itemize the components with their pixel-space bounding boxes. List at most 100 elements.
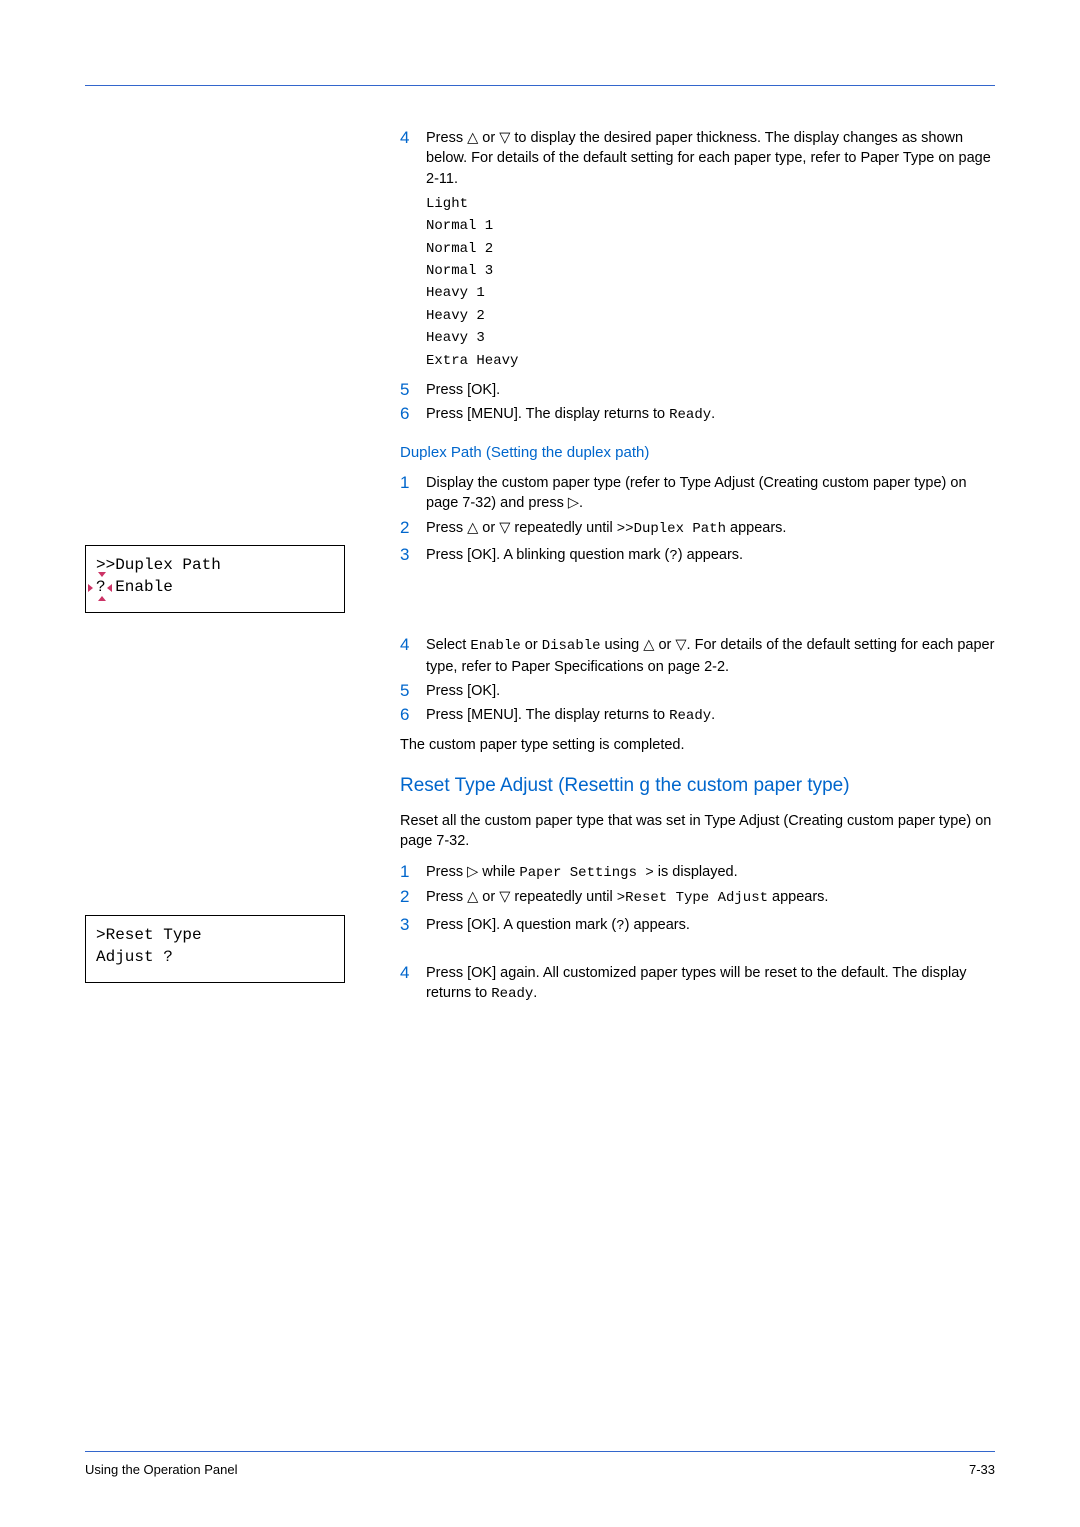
option: Extra Heavy [426,350,995,372]
triangle-up-icon [643,637,654,653]
step-number: 1 [400,473,426,514]
triangle-up-icon [467,520,478,536]
step-text: Press or to display the desired paper th… [426,128,995,189]
lcd-line1: >Reset Type [96,924,334,946]
top-divider [85,85,995,86]
text: Press [426,889,467,905]
text: while [478,864,519,880]
page-container: 4 Press or to display the desired paper … [0,0,1080,1008]
duplex-complete-text: The custom paper type setting is complet… [400,735,995,755]
lcd-line2: Adjust ? [96,946,334,968]
text: repeatedly until [510,520,616,536]
reset-intro: Reset all the custom paper type that was… [400,811,995,852]
text: Press [MENU]. The display returns to [426,707,669,723]
option: Normal 3 [426,260,995,282]
row-after-lcd1: 4 Select Enable or Disable using or . Fo… [85,635,995,913]
text: or [654,637,675,653]
row-lcd2: >Reset Type Adjust ? 3 Press [OK]. A que… [85,915,995,1008]
code: ? [669,548,677,564]
step-text: Press [OK]. [426,380,500,400]
code: ? [616,918,624,934]
duplex-step-5: 5 Press [OK]. [400,681,995,701]
step-number: 3 [400,915,426,937]
step-text: Press [OK] again. All customized paper t… [426,963,995,1005]
text: or [478,520,499,536]
text: ) appears. [625,917,690,933]
text: Press [OK]. A question mark ( [426,917,616,933]
text: or [521,637,542,653]
duplex-step-2: 2 Press or repeatedly until >>Duplex Pat… [400,518,995,540]
reset-step-3: 3 Press [OK]. A question mark (?) appear… [400,915,995,937]
reset-step-1: 1 Press while Paper Settings > is displa… [400,862,995,884]
step-text: Press while Paper Settings > is displaye… [426,862,738,884]
triangle-up-icon [467,889,478,905]
blink-indicator-icon [107,584,112,592]
option: Light [426,193,995,215]
text: Press [MENU]. The display returns to [426,406,669,422]
text: Press [OK]. A blinking question mark ( [426,547,669,563]
row-lcd1: >>Duplex Path ? Enable 3 Press [OK]. A b… [85,545,995,613]
code: Ready [491,986,533,1002]
triangle-up-icon [467,130,478,146]
option: Heavy 1 [426,282,995,304]
code: Ready [669,708,711,724]
code: Ready [669,407,711,423]
lcd-line2: ? Enable [96,576,334,598]
duplex-step-6: 6 Press [MENU]. The display returns to R… [400,705,995,727]
text: to display the desired paper thickness. … [426,130,991,187]
text: . [711,406,715,422]
blink-indicator-icon [98,596,106,601]
lcd-display-duplex: >>Duplex Path ? Enable [85,545,345,613]
step-text: Press [OK]. [426,681,500,701]
code: Disable [542,638,601,654]
option: Heavy 2 [426,305,995,327]
duplex-step-3: 3 Press [OK]. A blinking question mark (… [400,545,995,567]
row-step4a: 4 Press or to display the desired paper … [85,128,995,543]
text: or [478,130,499,146]
step-number: 1 [400,862,426,884]
step-number: 4 [400,635,426,677]
text: repeatedly until [510,889,616,905]
step-number: 4 [400,963,426,1005]
text: Press [426,864,467,880]
text: ) appears. [678,547,743,563]
lcd-display-reset: >Reset Type Adjust ? [85,915,345,983]
step-number: 5 [400,681,426,701]
text: Select [426,637,470,653]
step-number: 6 [400,705,426,727]
step-text: Select Enable or Disable using or . For … [426,635,995,677]
triangle-down-icon [499,130,510,146]
triangle-right-icon [568,495,579,511]
reset-type-heading: Reset Type Adjust (Resettin g the custom… [400,775,995,797]
thickness-options-list: Light Normal 1 Normal 2 Normal 3 Heavy 1… [400,193,995,372]
triangle-down-icon [499,889,510,905]
step-text: Display the custom paper type (refer to … [426,473,995,514]
step-number: 3 [400,545,426,567]
text: . [579,495,583,511]
text: Press [426,520,467,536]
text: using [601,637,644,653]
duplex-path-heading: Duplex Path (Setting the duplex path) [400,444,995,461]
option: Normal 1 [426,215,995,237]
blink-indicator-icon [88,584,93,592]
reset-step-4: 4 Press [OK] again. All customized paper… [400,963,995,1005]
text: or [478,889,499,905]
step-text: Press [MENU]. The display returns to Rea… [426,705,715,727]
footer-page-number: 7-33 [969,1462,995,1477]
text: appears. [726,520,786,536]
step-number: 5 [400,380,426,400]
text: is displayed. [654,864,738,880]
text: . [711,707,715,723]
duplex-step-4: 4 Select Enable or Disable using or . Fo… [400,635,995,677]
code: Enable [470,638,520,654]
step-number: 6 [400,404,426,426]
text: . [533,985,537,1001]
lcd-line1: >>Duplex Path [96,554,334,576]
step-number: 2 [400,887,426,909]
step-text: Press [OK]. A question mark (?) appears. [426,915,690,937]
step-text: Press [MENU]. The display returns to Rea… [426,404,715,426]
code: Paper Settings > [519,865,653,881]
step-text: Press or repeatedly until >>Duplex Path … [426,518,786,540]
triangle-down-icon [675,637,686,653]
code: >>Duplex Path [617,521,726,537]
